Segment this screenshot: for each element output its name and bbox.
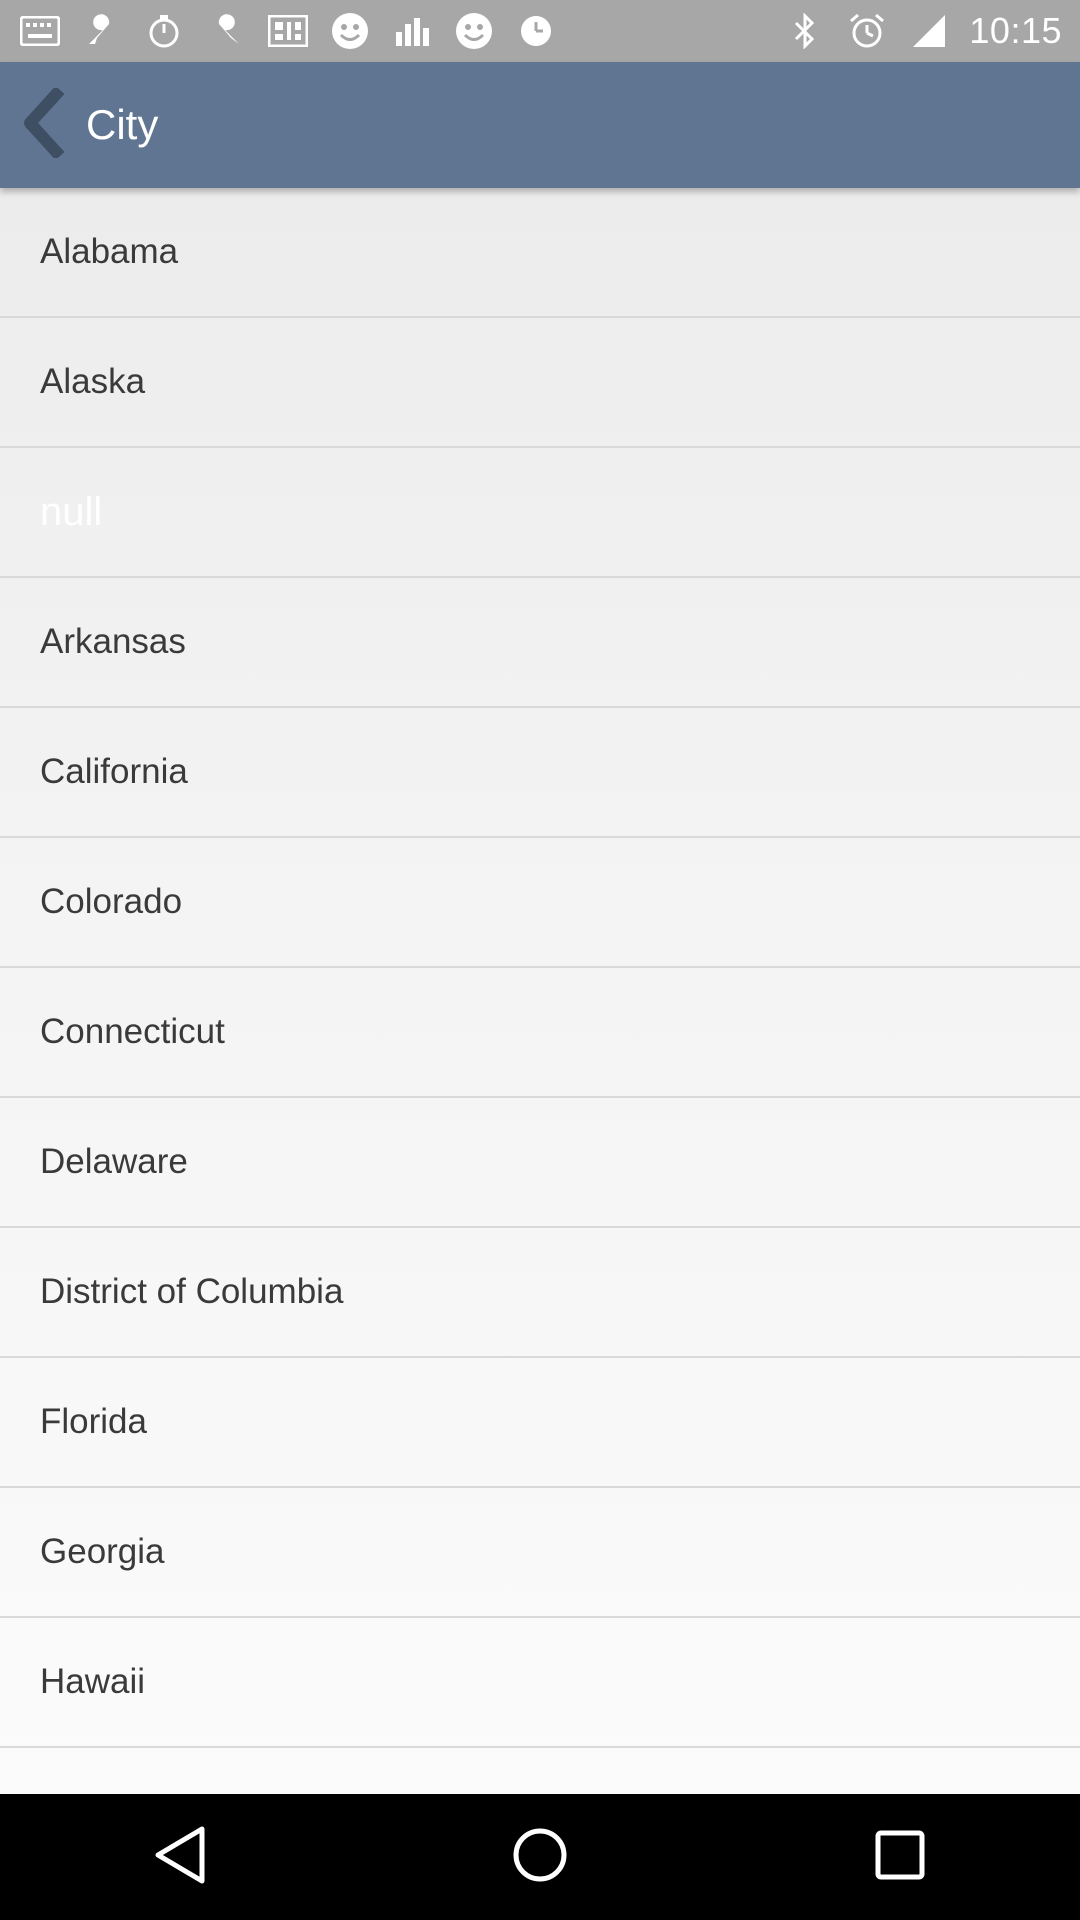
list-item-label: California: [40, 752, 188, 791]
list-item-label: Alaska: [40, 362, 146, 401]
list-item-label: District of Columbia: [40, 1272, 344, 1311]
notification-icon: [18, 9, 62, 53]
list-item[interactable]: Colorado: [0, 838, 1080, 968]
list-item-label: Alabama: [40, 232, 179, 271]
app-bar: City: [0, 62, 1080, 188]
list-item-label: Florida: [40, 1402, 147, 1441]
page-title: City: [86, 101, 159, 148]
list-item-label: Colorado: [40, 882, 183, 921]
wrench-icon: [204, 9, 248, 53]
list-item[interactable]: Florida: [0, 1358, 1080, 1488]
clock-icon: [514, 9, 558, 53]
list-item[interactable]: Alaska: [0, 318, 1080, 448]
list-item-label: null: [40, 490, 103, 534]
list-item-label: Delaware: [40, 1142, 188, 1181]
list-item[interactable]: null: [0, 448, 1080, 578]
list-item-label: Connecticut: [40, 1012, 225, 1051]
chart-icon: [390, 9, 434, 53]
back-chevron-icon: [24, 85, 65, 163]
wrench-icon: [80, 9, 124, 53]
list-item[interactable]: Georgia: [0, 1488, 1080, 1618]
alarm-icon: [845, 9, 889, 53]
list-item[interactable]: Alabama: [0, 188, 1080, 318]
list-item[interactable]: [0, 1748, 1080, 1794]
recents-icon: [873, 1828, 927, 1887]
smiley-icon: [328, 9, 372, 53]
status-right-icons: 10:15: [783, 8, 1062, 54]
home-icon: [510, 1825, 570, 1890]
nav-recents-button[interactable]: [840, 1797, 960, 1917]
back-button[interactable]: [14, 84, 74, 166]
qr-icon: [266, 9, 310, 53]
status-bar: 10:15: [0, 0, 1080, 62]
list-item[interactable]: Connecticut: [0, 968, 1080, 1098]
navigation-bar: [0, 1794, 1080, 1920]
bluetooth-icon: [783, 9, 827, 53]
list-item-label: Hawaii: [40, 1662, 146, 1701]
back-icon: [152, 1825, 208, 1890]
list-item[interactable]: California: [0, 708, 1080, 838]
list-item[interactable]: District of Columbia: [0, 1228, 1080, 1358]
list-item[interactable]: Arkansas: [0, 578, 1080, 708]
list-item-label: Georgia: [40, 1532, 165, 1571]
state-list[interactable]: Alabama Alaska null Arkansas California …: [0, 188, 1080, 1794]
list-item-label: Arkansas: [40, 622, 186, 661]
list-item[interactable]: Delaware: [0, 1098, 1080, 1228]
list-item[interactable]: Hawaii: [0, 1618, 1080, 1748]
timer-icon: [142, 9, 186, 53]
smiley-icon: [452, 9, 496, 53]
nav-home-button[interactable]: [480, 1797, 600, 1917]
nav-back-button[interactable]: [120, 1797, 240, 1917]
status-left-icons: [18, 8, 558, 54]
signal-icon: [907, 9, 951, 53]
status-time: 10:15: [969, 10, 1062, 51]
